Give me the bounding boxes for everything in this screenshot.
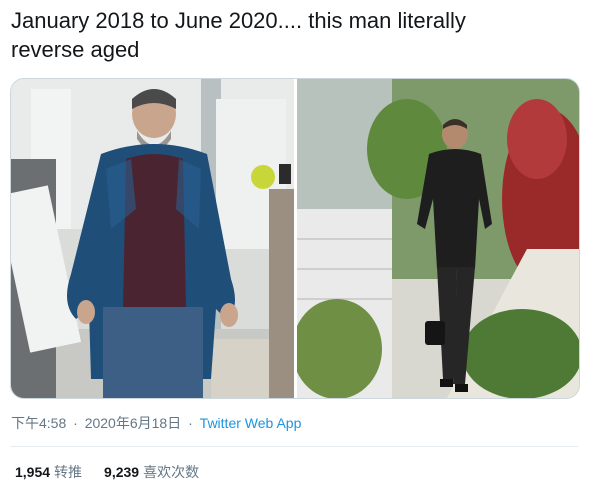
likes-stat[interactable]: 9,239 喜欢次数: [104, 462, 199, 482]
meta-separator: ·: [188, 415, 193, 431]
retweets-label: 转推: [54, 464, 83, 480]
meta-separator: ·: [73, 415, 78, 431]
tweet-date[interactable]: 2020年6月18日: [85, 415, 182, 431]
retweets-count: 1,954: [15, 464, 51, 480]
retweets-stat[interactable]: 1,954 转推: [15, 462, 82, 482]
tweet-meta: 下午4:58 · 2020年6月18日 · Twitter Web App: [11, 413, 301, 433]
tweet-text-line-2: reverse aged: [11, 37, 140, 62]
tweet-stats: 1,954 转推 9,239 喜欢次数: [15, 462, 199, 482]
likes-label: 喜欢次数: [143, 464, 200, 480]
photo-after-image: [297, 79, 579, 398]
tweet-text-line-1: January 2018 to June 2020.... this man l…: [11, 8, 466, 33]
tweet-time[interactable]: 下午4:58: [11, 415, 66, 431]
photo-before-image: [11, 79, 294, 398]
tweet-source-app-link[interactable]: Twitter Web App: [200, 415, 302, 431]
tweet-text: January 2018 to June 2020.... this man l…: [11, 6, 571, 64]
photo-after[interactable]: [297, 79, 579, 398]
likes-count: 9,239: [104, 464, 140, 480]
photo-before[interactable]: [11, 79, 294, 398]
tweet-media: [10, 78, 580, 399]
divider-top: [10, 446, 578, 447]
